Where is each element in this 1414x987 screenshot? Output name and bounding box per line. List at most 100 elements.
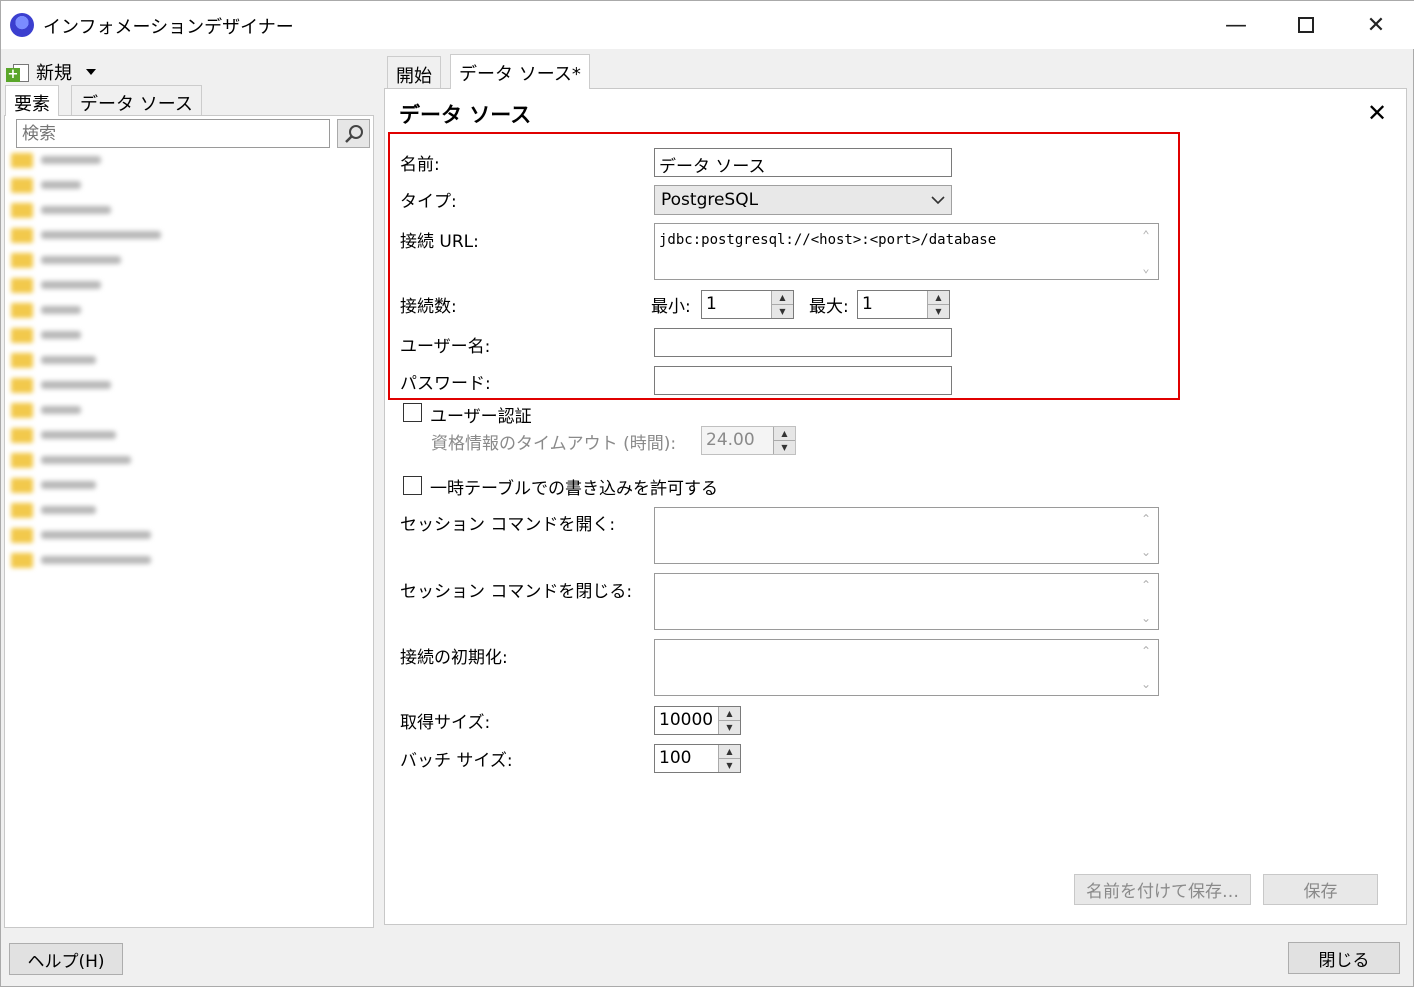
batch-size-value: 100 (659, 748, 692, 768)
tab-data-source-edit[interactable]: データ ソース* (450, 54, 590, 89)
tree-item[interactable] (11, 200, 111, 220)
chevron-down-icon (931, 196, 945, 205)
spin-up-icon[interactable]: ▲ (774, 427, 795, 440)
min-label: 最小: (651, 297, 691, 317)
help-button[interactable]: ヘルプ(H) (9, 943, 123, 975)
open-session-scrollbar[interactable]: ⌃ ⌄ (1138, 512, 1154, 559)
spin-down-icon[interactable]: ▼ (719, 758, 740, 772)
tree-item[interactable] (11, 250, 121, 270)
batch-size-label: バッチ サイズ: (400, 751, 513, 771)
panel-close-button[interactable]: ✕ (1367, 99, 1387, 127)
scroll-down-icon: ⌄ (1140, 677, 1152, 691)
user-auth-label: ユーザー認証 (430, 407, 532, 427)
close-icon: ✕ (1367, 99, 1388, 127)
name-field[interactable]: データ ソース (654, 148, 952, 177)
spin-down-icon[interactable]: ▼ (719, 720, 740, 734)
type-label: タイプ: (400, 192, 457, 212)
credential-timeout-stepper[interactable]: 24.00 ▲ ▼ (701, 426, 796, 455)
tree-item[interactable] (11, 350, 96, 370)
dropdown-arrow-icon (86, 69, 96, 75)
credential-timeout-label: 資格情報のタイムアウト (時間): (431, 434, 677, 454)
title-bar: インフォメーションデザイナー — ✕ (1, 1, 1414, 49)
scroll-up-icon: ⌃ (1142, 228, 1150, 242)
new-label: 新規 (36, 63, 72, 84)
close-icon: ✕ (1366, 12, 1386, 38)
url-field[interactable]: jdbc:postgresql://<host>:<port>/database… (654, 223, 1159, 280)
window-close-button[interactable]: ✕ (1341, 1, 1411, 49)
tree-item[interactable] (11, 525, 151, 545)
tree-item[interactable] (11, 275, 101, 295)
url-scrollbar[interactable]: ⌃ ⌄ (1138, 228, 1154, 275)
search-icon (344, 124, 363, 143)
search-input[interactable] (16, 119, 330, 148)
spin-up-icon[interactable]: ▲ (719, 745, 740, 758)
tab-start[interactable]: 開始 (387, 56, 441, 89)
tab-elements[interactable]: 要素 (5, 85, 59, 116)
min-connections-stepper[interactable]: 1 ▲ ▼ (701, 290, 794, 319)
close-session-field[interactable]: ⌃ ⌄ (654, 573, 1159, 630)
init-connection-field[interactable]: ⌃ ⌄ (654, 639, 1159, 696)
batch-size-stepper[interactable]: 100 ▲ ▼ (654, 744, 741, 773)
init-connection-label: 接続の初期化: (400, 648, 508, 668)
max-connections-stepper[interactable]: 1 ▲ ▼ (857, 290, 950, 319)
init-connection-scrollbar[interactable]: ⌃ ⌄ (1138, 644, 1154, 691)
tree-item[interactable] (11, 175, 81, 195)
scroll-up-icon: ⌃ (1140, 578, 1152, 592)
spin-up-icon[interactable]: ▲ (772, 291, 793, 304)
open-session-label: セッション コマンドを開く: (400, 515, 616, 535)
scroll-down-icon: ⌄ (1140, 611, 1152, 625)
spin-up-icon[interactable]: ▲ (928, 291, 949, 304)
new-menu-button[interactable]: + 新規 (6, 59, 96, 85)
url-value: jdbc:postgresql://<host>:<port>/database (659, 232, 997, 248)
fetch-size-label: 取得サイズ: (400, 713, 491, 733)
username-field[interactable] (654, 328, 952, 357)
type-select[interactable]: PostgreSQL (654, 185, 952, 215)
fetch-size-value: 10000 (659, 710, 714, 730)
open-session-field[interactable]: ⌃ ⌄ (654, 507, 1159, 564)
name-label: 名前: (400, 155, 440, 175)
app-window: インフォメーションデザイナー — ✕ + 新規 要素 データ ソース 検索 開始… (0, 0, 1414, 987)
spin-up-icon[interactable]: ▲ (719, 707, 740, 720)
fetch-size-stepper[interactable]: 10000 ▲ ▼ (654, 706, 741, 735)
tree-item[interactable] (11, 225, 161, 245)
credential-timeout-value: 24.00 (706, 430, 755, 450)
new-item-icon: + (6, 62, 30, 82)
max-connections-value: 1 (862, 294, 873, 314)
tree-item[interactable] (11, 325, 81, 345)
connections-label: 接続数: (400, 297, 457, 317)
tree-item[interactable] (11, 475, 96, 495)
spin-down-icon[interactable]: ▼ (774, 440, 795, 454)
tree-item[interactable] (11, 500, 96, 520)
spin-down-icon[interactable]: ▼ (772, 304, 793, 318)
tree-item[interactable] (11, 450, 131, 470)
save-button[interactable]: 保存 (1263, 874, 1378, 905)
tab-data-sources[interactable]: データ ソース (71, 85, 202, 116)
tree-item[interactable] (11, 300, 81, 320)
scroll-up-icon: ⌃ (1140, 644, 1152, 658)
url-label: 接続 URL: (400, 232, 479, 252)
password-field[interactable] (654, 366, 952, 395)
tree-item[interactable] (11, 550, 151, 570)
close-button[interactable]: 閉じる (1288, 942, 1400, 974)
max-label: 最大: (809, 297, 849, 317)
close-session-scrollbar[interactable]: ⌃ ⌄ (1138, 578, 1154, 625)
window-title: インフォメーションデザイナー (43, 17, 294, 38)
tree-item[interactable] (11, 375, 111, 395)
user-auth-checkbox[interactable] (403, 403, 422, 422)
temp-table-label: 一時テーブルでの書き込みを許可する (430, 479, 718, 499)
maximize-button[interactable] (1271, 1, 1341, 49)
password-label: パスワード: (400, 374, 491, 394)
tree-item[interactable] (11, 150, 101, 170)
search-button[interactable] (337, 119, 370, 148)
tree-item[interactable] (11, 400, 81, 420)
close-session-label: セッション コマンドを閉じる: (400, 582, 633, 602)
tree-item[interactable] (11, 425, 116, 445)
app-logo-icon (10, 13, 34, 37)
temp-table-checkbox[interactable] (403, 476, 422, 495)
scroll-down-icon: ⌄ (1140, 545, 1152, 559)
minimize-icon: — (1225, 12, 1247, 38)
type-select-value: PostgreSQL (661, 190, 759, 210)
save-as-button[interactable]: 名前を付けて保存… (1074, 874, 1251, 905)
minimize-button[interactable]: — (1201, 1, 1271, 49)
spin-down-icon[interactable]: ▼ (928, 304, 949, 318)
